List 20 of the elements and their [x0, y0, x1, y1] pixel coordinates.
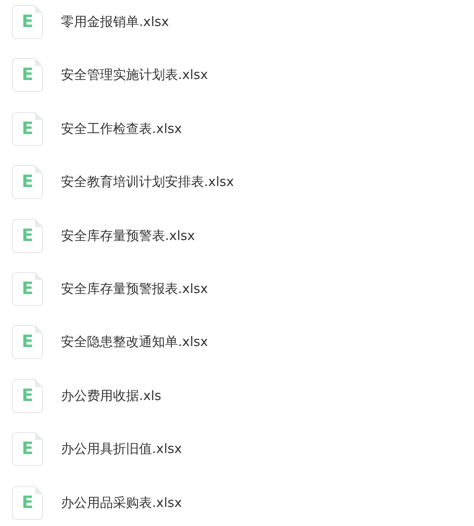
file-name[interactable]: 安全工作检查表.xlsx — [61, 120, 182, 138]
file-name[interactable]: 办公用品采购表.xlsx — [61, 494, 182, 512]
spreadsheet-file-icon: E — [12, 325, 43, 360]
spreadsheet-file-icon: E — [12, 378, 43, 413]
spreadsheet-file-icon: E — [12, 432, 43, 466]
spreadsheet-file-icon: E — [12, 486, 43, 520]
spreadsheet-file-icon: E — [12, 272, 43, 306]
file-name[interactable]: 安全库存量预警报表.xlsx — [61, 280, 208, 298]
file-name[interactable]: 零用金报销单.xlsx — [61, 13, 169, 31]
file-name[interactable]: 安全管理实施计划表.xlsx — [61, 66, 208, 84]
spreadsheet-file-icon: E — [12, 218, 43, 253]
file-name[interactable]: 办公用具折旧值.xlsx — [61, 440, 182, 458]
spreadsheet-file-icon: E — [12, 5, 43, 39]
file-name[interactable]: 安全库存量预警表.xlsx — [61, 226, 195, 245]
file-name[interactable]: 办公费用收据.xls — [61, 386, 162, 405]
file-name[interactable]: 安全隐患整改通知单.xlsx — [61, 333, 208, 352]
spreadsheet-file-icon: E — [12, 58, 43, 92]
spreadsheet-file-icon: E — [12, 112, 43, 146]
spreadsheet-file-icon: E — [12, 165, 43, 200]
file-name[interactable]: 安全教育培训计划安排表.xlsx — [61, 173, 234, 192]
